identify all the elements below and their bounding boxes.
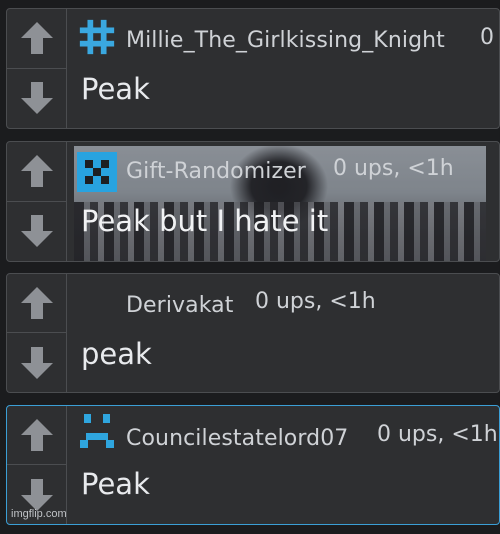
arrow-up-icon	[20, 419, 53, 451]
arrow-down-icon	[20, 82, 53, 115]
avatar[interactable]	[77, 152, 117, 192]
comment-username[interactable]: Councilestatelord07	[126, 426, 348, 451]
comment-text: Peak	[81, 467, 150, 501]
comment-username[interactable]: Millie_The_Girlkissing_Knight	[126, 28, 445, 53]
vote-column	[7, 9, 67, 128]
comment-body: Millie_The_Girlkissing_Knight 0 Peak	[68, 9, 499, 128]
comment-text: Peak but I hate it	[81, 204, 329, 238]
downvote-button[interactable]	[7, 202, 66, 262]
upvote-button[interactable]	[7, 142, 66, 202]
comment-meta: 0 ups, <1h	[377, 422, 498, 447]
comment-text: Peak	[81, 72, 150, 106]
upvote-button[interactable]	[7, 406, 66, 465]
comment-body: Gift-Randomizer 0 ups, <1h Peak but I ha…	[68, 142, 499, 261]
comment-card: Councilestatelord07 0 ups, <1h Peak imgf…	[6, 405, 500, 525]
arrow-up-icon	[20, 22, 53, 55]
upvote-button[interactable]	[7, 9, 66, 69]
comment-username[interactable]: Gift-Randomizer	[126, 159, 306, 184]
vote-column	[7, 142, 67, 261]
arrow-down-icon	[20, 215, 53, 248]
sad-face-icon	[80, 414, 114, 448]
vote-column	[7, 406, 67, 524]
comment-meta: 0 ups, <1h	[333, 156, 454, 181]
upvote-button[interactable]	[7, 274, 66, 333]
comment-card: Gift-Randomizer 0 ups, <1h Peak but I ha…	[6, 141, 500, 262]
downvote-button[interactable]	[7, 333, 66, 392]
avatar[interactable]	[77, 17, 117, 57]
vote-column	[7, 274, 67, 392]
hashtag-icon	[79, 19, 115, 55]
downvote-button[interactable]	[7, 69, 66, 129]
comment-text: peak	[81, 337, 152, 371]
pixel-pattern-icon	[77, 152, 117, 192]
comment-meta: 0 ups, <1h	[255, 289, 376, 314]
comment-thread: Millie_The_Girlkissing_Knight 0 Peak Gif…	[0, 0, 500, 534]
comment-card: Derivakat 0 ups, <1h peak	[6, 273, 500, 393]
watermark: imgflip.com	[11, 508, 67, 520]
comment-body: Derivakat 0 ups, <1h peak	[68, 274, 499, 392]
comment-body: Councilestatelord07 0 ups, <1h Peak	[68, 406, 499, 524]
arrow-down-icon	[20, 346, 53, 379]
comment-username[interactable]: Derivakat	[126, 293, 234, 318]
arrow-up-icon	[20, 155, 53, 188]
comment-card: Millie_The_Girlkissing_Knight 0 Peak	[6, 8, 500, 129]
arrow-up-icon	[20, 287, 53, 319]
avatar[interactable]	[77, 411, 117, 451]
comment-meta: 0	[480, 25, 494, 50]
